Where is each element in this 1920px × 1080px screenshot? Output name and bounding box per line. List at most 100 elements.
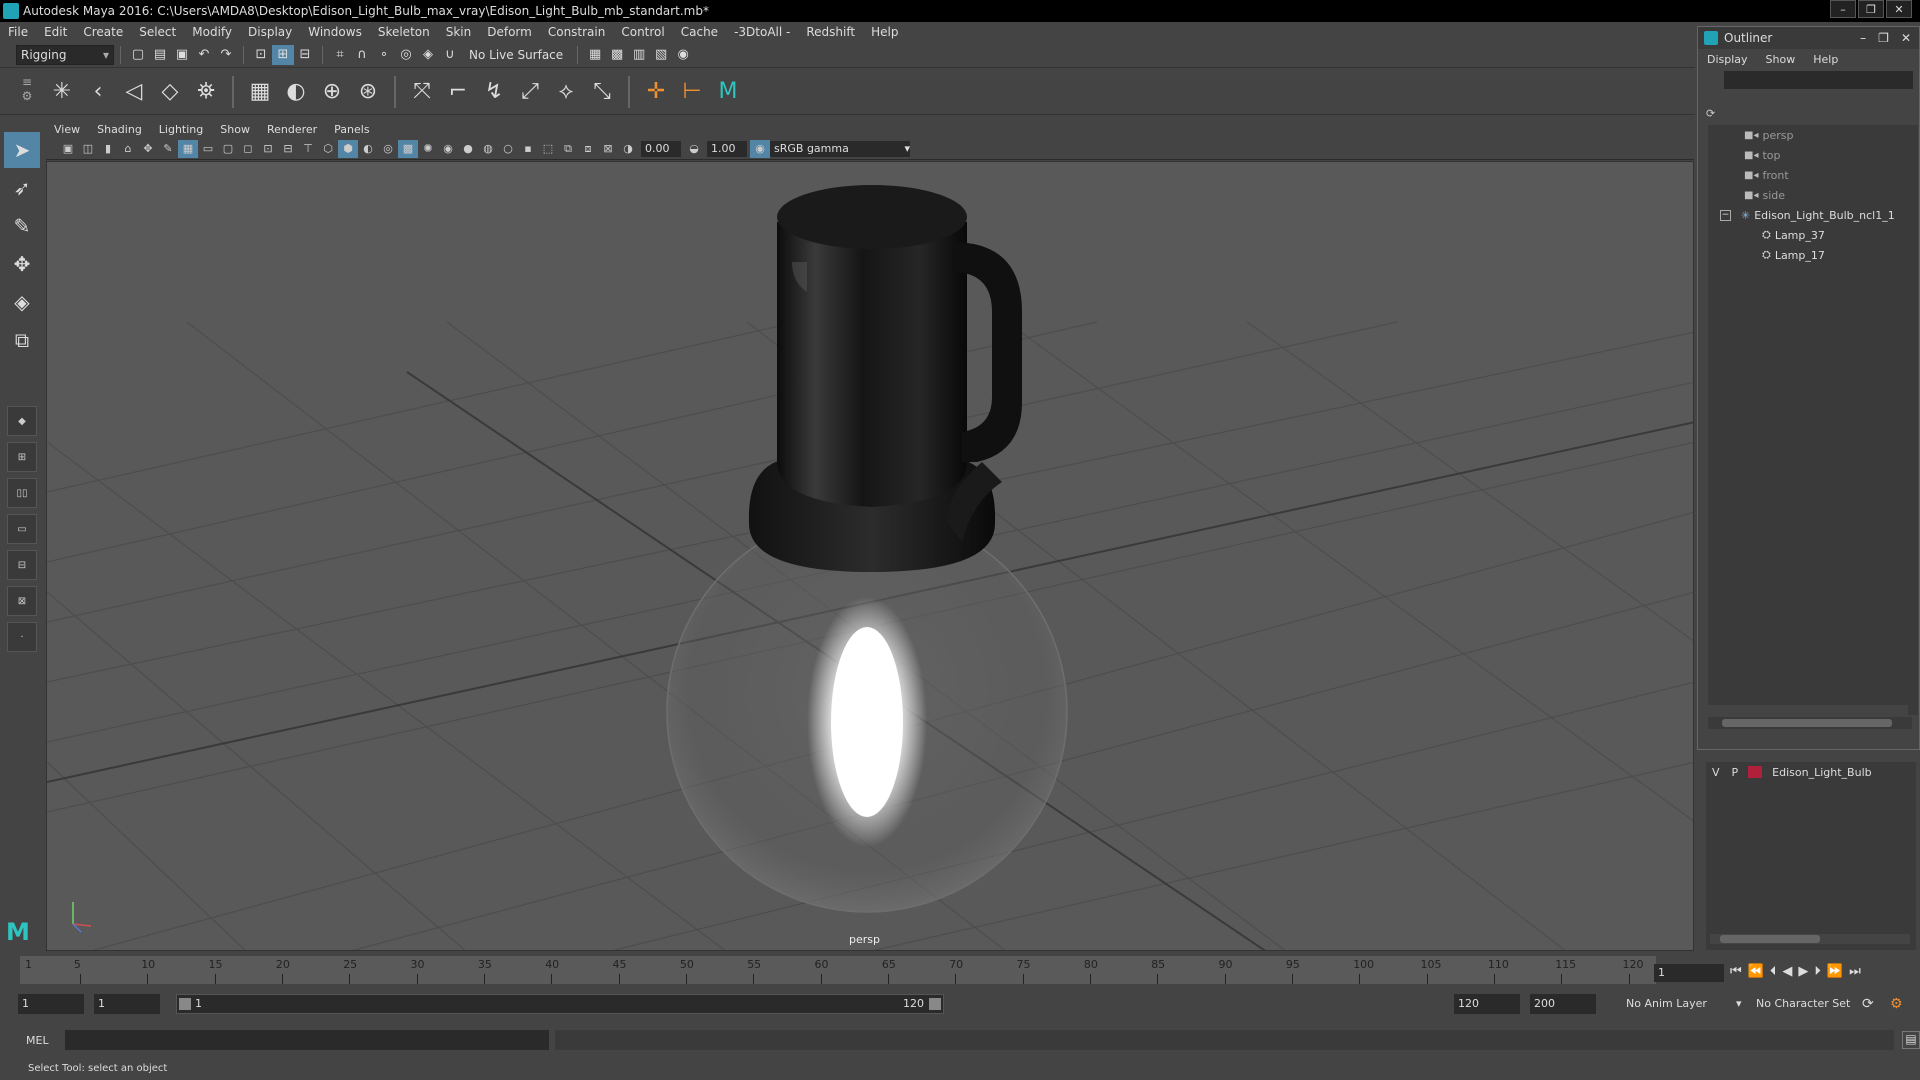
menu-create[interactable]: Create [75, 25, 131, 39]
normalize-weights-icon[interactable]: ⤡ [584, 74, 620, 110]
step-forward-frame-icon[interactable]: ⏵ [1814, 964, 1821, 979]
layer-playback-toggle[interactable]: P [1732, 766, 1739, 779]
motion-blur-icon[interactable]: ◍ [478, 140, 498, 158]
cluster-icon[interactable]: ⊛ [350, 74, 386, 110]
wireframe-icon[interactable]: ⬡ [318, 140, 338, 158]
render-settings-icon[interactable]: ▦ [584, 45, 606, 65]
current-frame-field[interactable]: 1 [1654, 964, 1724, 982]
four-view-layout-icon[interactable]: ⊞ [7, 442, 37, 472]
backface-culling-icon[interactable]: ⊠ [598, 140, 618, 158]
film-gate-icon[interactable]: ▭ [198, 140, 218, 158]
rotate-tool-icon[interactable]: ◈ [4, 284, 40, 320]
snap-curve-icon[interactable]: ∩ [351, 45, 373, 65]
outliner-vertical-scrollbar[interactable] [1908, 125, 1918, 715]
animation-start-field[interactable]: 1 [18, 994, 84, 1014]
hypershade-icon[interactable]: ◉ [672, 45, 694, 65]
menu-deform[interactable]: Deform [479, 25, 540, 39]
default-material-icon[interactable]: ◐ [358, 140, 378, 158]
point-constraint-icon[interactable]: ✛ [638, 74, 674, 110]
command-input[interactable] [64, 1030, 550, 1050]
outliner-item-lamp37[interactable]: ⛭ Lamp_37 [1708, 225, 1908, 245]
menu-skin[interactable]: Skin [438, 25, 480, 39]
exposure-field[interactable]: 0.00 [641, 140, 681, 157]
go-to-end-icon[interactable]: ⏭ [1849, 964, 1861, 979]
character-set-dropdown[interactable]: No Character Set [1756, 994, 1850, 1014]
select-object-icon[interactable]: ⊞ [272, 44, 294, 65]
outliner-menu-show[interactable]: Show [1757, 53, 1805, 66]
outliner-item-persp[interactable]: ■◂ persp [1708, 125, 1908, 145]
playback-end-field[interactable]: 120 [1454, 994, 1520, 1014]
resolution-gate-icon[interactable]: ▢ [218, 140, 238, 158]
time-ruler[interactable]: 1 5 10 15 20 25 30 35 40 45 50 55 60 65 70 75 80 85 90 95 1… [20, 956, 1656, 984]
gamma-field[interactable]: 1.00 [707, 140, 747, 157]
panel-menu-lighting[interactable]: Lighting [151, 123, 212, 136]
outliner-item-group[interactable]: − ✳ Edison_Light_Bulb_ncl1_1 [1708, 205, 1908, 225]
menu-edit[interactable]: Edit [36, 25, 75, 39]
scroll-thumb[interactable] [1722, 719, 1892, 727]
wrap-deformer-icon[interactable]: ⊕ [314, 74, 350, 110]
snap-grid-icon[interactable]: ⌗ [329, 45, 351, 65]
scroll-thumb[interactable] [1720, 935, 1820, 943]
two-d-pan-icon[interactable]: ✥ [138, 140, 158, 158]
select-tool-icon[interactable]: ➤ [4, 132, 40, 168]
depth-of-field-icon[interactable]: ▪ [518, 140, 538, 158]
chevron-down-icon[interactable]: ▾ [1736, 994, 1742, 1014]
image-plane-icon[interactable]: ⌂ [118, 140, 138, 158]
insert-joint-icon[interactable]: ‹ [80, 74, 116, 110]
auto-key-icon[interactable]: ⟳ [1862, 994, 1874, 1014]
scale-tool-icon[interactable]: ⧉ [4, 322, 40, 358]
copy-weights-icon[interactable]: ⟡ [548, 74, 584, 110]
xray-joints-icon[interactable]: ⧈ [578, 140, 598, 158]
preferences-icon[interactable]: ⚙ [1890, 994, 1903, 1014]
mirror-weights-icon[interactable]: ⤢ [512, 74, 548, 110]
more-layouts-icon[interactable]: · [7, 622, 37, 652]
use-lights-icon[interactable]: ✺ [418, 140, 438, 158]
menu-constrain[interactable]: Constrain [540, 25, 614, 39]
exposure-icon[interactable]: ◑ [618, 140, 638, 158]
outliner-item-side[interactable]: ■◂ side [1708, 185, 1908, 205]
anti-aliasing-icon[interactable]: ○ [498, 140, 518, 158]
go-to-start-icon[interactable]: ⏮ [1730, 964, 1742, 979]
camera-attributes-icon[interactable]: ◫ [78, 140, 98, 158]
menu-set-dropdown[interactable]: Rigging ▾ [16, 44, 114, 65]
gamma-icon[interactable]: ◒ [684, 140, 704, 158]
paint-weights-icon[interactable]: ↯ [476, 74, 512, 110]
play-backward-icon[interactable]: ◀ [1782, 964, 1792, 979]
shelf-handle[interactable]: ≡ ⚙ [20, 75, 34, 109]
menu-3dtoall[interactable]: -3DtoAll - [726, 25, 798, 39]
move-tool-icon[interactable]: ✥ [4, 246, 40, 282]
isolate-select-icon[interactable]: ⬚ [538, 140, 558, 158]
outliner-close-button[interactable]: ✕ [1901, 31, 1911, 45]
safe-action-icon[interactable]: ⊟ [278, 140, 298, 158]
new-scene-icon[interactable]: ▢ [127, 45, 149, 65]
side-by-side-layout-icon[interactable]: ▯▯ [7, 478, 37, 508]
gate-mask-icon[interactable]: ◻ [238, 140, 258, 158]
perspective-viewport[interactable]: persp [46, 161, 1694, 951]
play-forward-icon[interactable]: ▶ [1798, 964, 1808, 979]
menu-control[interactable]: Control [613, 25, 672, 39]
color-management-icon[interactable]: ◉ [750, 139, 770, 158]
step-back-frame-icon[interactable]: ⏴ [1770, 964, 1777, 979]
open-scene-icon[interactable]: ▤ [149, 45, 171, 65]
outliner-menu-display[interactable]: Display [1698, 53, 1757, 66]
layer-visibility-toggle[interactable]: V [1712, 766, 1720, 779]
smooth-bind-icon[interactable]: ⤧ [404, 74, 440, 110]
collapse-icon[interactable]: − [1720, 209, 1731, 221]
outliner-minimize-button[interactable]: – [1860, 31, 1866, 45]
outliner-item-top[interactable]: ■◂ top [1708, 145, 1908, 165]
playback-start-field[interactable]: 1 [94, 994, 160, 1014]
select-camera-icon[interactable]: ▣ [58, 140, 78, 158]
paint-select-icon[interactable]: ✎ [4, 208, 40, 244]
live-surface-field[interactable]: No Live Surface [469, 48, 563, 62]
refresh-icon[interactable]: ⟳ [1706, 107, 1720, 121]
panel-menu-view[interactable]: View [46, 123, 89, 136]
humanik-icon[interactable]: ⛯ [188, 74, 224, 110]
menu-select[interactable]: Select [131, 25, 184, 39]
undo-icon[interactable]: ↶ [193, 45, 215, 65]
textured-icon[interactable]: ▩ [398, 139, 418, 158]
close-button[interactable]: ✕ [1886, 0, 1912, 18]
grid-toggle-icon[interactable]: ▦ [178, 139, 198, 158]
time-slider[interactable]: 1 5 10 15 20 25 30 35 40 45 50 55 60 65 70 75 80 85 90 95 1… [0, 952, 1920, 988]
layer-horizontal-scrollbar[interactable] [1710, 934, 1910, 944]
menu-cache[interactable]: Cache [673, 25, 726, 39]
